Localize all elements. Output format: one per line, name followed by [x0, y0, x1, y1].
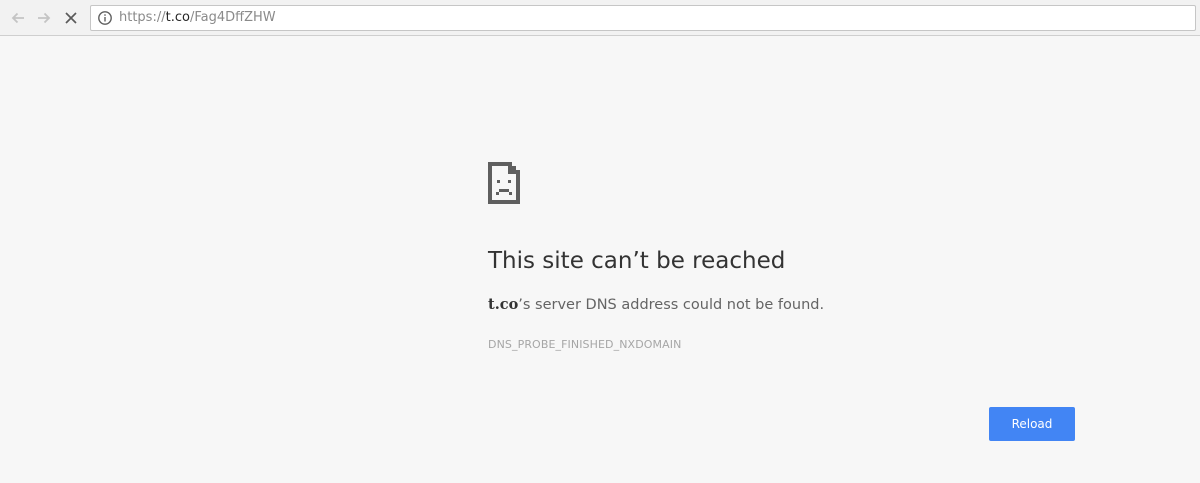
sad-document-icon: [488, 162, 520, 204]
error-description: t.co’s server DNS address could not be f…: [488, 296, 824, 313]
url-scheme: https://: [119, 10, 166, 25]
info-icon[interactable]: [97, 10, 113, 26]
forward-button[interactable]: [33, 7, 55, 29]
error-content: This site can’t be reached t.co’s server…: [488, 162, 1088, 351]
error-code: DNS_PROBE_FINISHED_NXDOMAIN: [488, 338, 682, 351]
stop-loading-icon: [65, 12, 77, 24]
back-button[interactable]: [7, 7, 29, 29]
reload-button[interactable]: Reload: [989, 407, 1075, 441]
url-path: /Fag4DffZHW: [189, 10, 276, 25]
back-arrow-icon: [11, 12, 24, 24]
browser-toolbar: https://t.co/Fag4DffZHW: [0, 0, 1200, 36]
url-text: https://t.co/Fag4DffZHW: [119, 6, 276, 30]
forward-arrow-icon: [38, 12, 51, 24]
stop-loading-button[interactable]: [60, 7, 82, 29]
address-bar[interactable]: https://t.co/Fag4DffZHW: [90, 5, 1196, 31]
error-message: ’s server DNS address could not be found…: [518, 297, 825, 313]
url-host: t.co: [165, 10, 190, 25]
error-title: This site can’t be reached: [488, 248, 786, 274]
error-hostname: t.co: [488, 296, 519, 313]
